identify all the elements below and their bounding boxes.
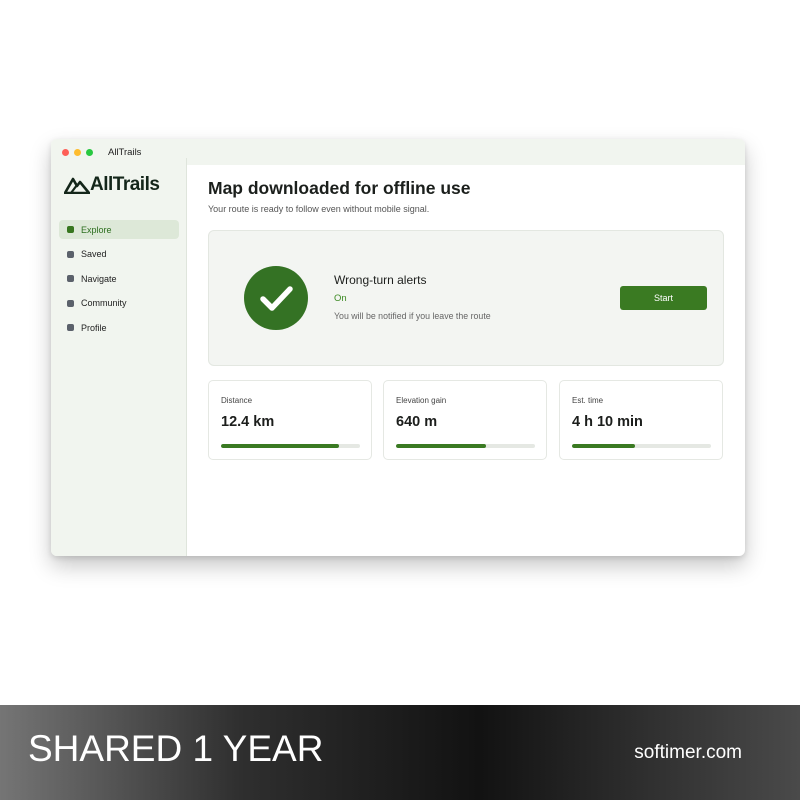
stat-card-time: Est. time 4 h 10 min <box>559 380 723 460</box>
wrong-turn-alert-card: Wrong-turn alerts On You will be notifie… <box>208 230 724 366</box>
banner-right-text: softimer.com <box>634 742 742 763</box>
sidebar-item-explore[interactable]: Explore <box>59 220 179 239</box>
app-window: AllTrails AllTrails Explore Saved Naviga… <box>51 139 745 556</box>
sidebar-item-community[interactable]: Community <box>59 294 179 313</box>
alert-title: Wrong-turn alerts <box>334 273 427 287</box>
stat-label: Elevation gain <box>396 396 447 405</box>
stat-value: 12.4 km <box>221 414 275 430</box>
maximize-window-button[interactable] <box>86 148 93 156</box>
start-button[interactable]: Start <box>620 286 707 310</box>
page-title: Map downloaded for offline use <box>208 178 471 198</box>
banner-left-text: SHARED 1 YEAR <box>28 728 324 769</box>
progress-fill <box>396 444 487 448</box>
explore-icon <box>67 226 74 233</box>
sidebar-item-label: Profile <box>81 322 107 333</box>
logo-text: AllTrails <box>90 174 160 195</box>
stat-label: Distance <box>221 396 253 405</box>
community-icon <box>67 299 74 307</box>
stats-row: Distance 12.4 km Elevation gain 640 m Es… <box>208 380 724 460</box>
window-title: AllTrails <box>108 146 142 158</box>
sidebar: AllTrails Explore Saved Navigate Communi… <box>51 158 187 556</box>
sidebar-item-label: Navigate <box>81 273 117 284</box>
stat-card-distance: Distance 12.4 km <box>208 380 372 460</box>
progress-bar <box>221 444 360 448</box>
saved-icon <box>67 250 74 258</box>
sidebar-item-profile[interactable]: Profile <box>59 318 179 337</box>
progress-fill <box>221 444 340 448</box>
page-subtitle: Your route is ready to follow even witho… <box>208 204 430 214</box>
progress-fill <box>572 444 635 448</box>
sidebar-item-saved[interactable]: Saved <box>59 245 179 264</box>
mountain-logo-icon <box>64 177 90 194</box>
stat-label: Est. time <box>572 396 604 405</box>
profile-icon <box>67 324 74 331</box>
stat-card-elevation: Elevation gain 640 m <box>383 380 547 460</box>
promo-banner: SHARED 1 YEAR softimer.com <box>0 705 800 800</box>
progress-bar <box>572 444 711 448</box>
window-controls <box>62 148 93 156</box>
sidebar-nav: Explore Saved Navigate Community Profile <box>59 220 179 343</box>
sidebar-item-label: Explore <box>81 224 112 235</box>
main-content: Map downloaded for offline use Your rout… <box>188 165 745 556</box>
alert-status: On <box>334 293 347 304</box>
close-window-button[interactable] <box>62 148 69 156</box>
sidebar-item-label: Saved <box>81 249 107 259</box>
alert-description: You will be notified if you leave the ro… <box>334 311 491 321</box>
minimize-window-button[interactable] <box>74 148 81 156</box>
navigate-icon <box>67 275 74 282</box>
sidebar-item-navigate[interactable]: Navigate <box>59 269 179 288</box>
sidebar-item-label: Community <box>81 298 127 308</box>
stat-value: 4 h 10 min <box>572 414 643 430</box>
checkmark-icon <box>244 266 308 330</box>
app-logo[interactable]: AllTrails <box>64 174 160 196</box>
stat-value: 640 m <box>396 414 438 430</box>
progress-bar <box>396 444 535 448</box>
